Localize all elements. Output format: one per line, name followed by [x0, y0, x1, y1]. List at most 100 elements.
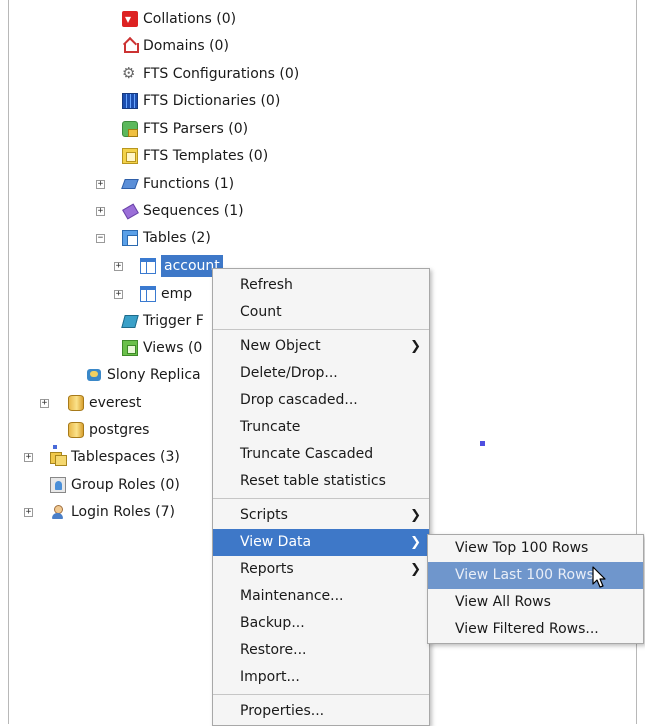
menu-item-reset-table-statistics[interactable]: Reset table statistics [213, 468, 429, 495]
tree-item-fts-parsers[interactable]: FTS Parsers (0) [122, 118, 248, 140]
menu-item-drop-cascaded[interactable]: Drop cascaded... [213, 387, 429, 414]
menu-item-label: Reports [240, 561, 294, 577]
menu-separator [213, 329, 429, 330]
expand-tablespaces-toggle[interactable]: + [24, 453, 33, 462]
menu-item-scripts[interactable]: Scripts ❯ [213, 502, 429, 529]
trigger-function-icon [122, 313, 138, 329]
menu-item-count[interactable]: Count [213, 299, 429, 326]
tree-item-label: Login Roles (7) [71, 504, 175, 520]
table-icon [140, 258, 156, 274]
submenu-arrow-icon: ❯ [410, 535, 421, 550]
expand-everest-toggle[interactable]: + [40, 399, 49, 408]
database-icon [68, 422, 84, 438]
menu-item-reports[interactable]: Reports ❯ [213, 556, 429, 583]
tree-item-functions[interactable]: Functions (1) [122, 173, 234, 195]
canvas-marker [480, 441, 485, 446]
menu-separator [213, 694, 429, 695]
submenu-item-view-all-rows[interactable]: View All Rows [428, 589, 643, 616]
tree-item-postgres[interactable]: postgres [68, 419, 149, 441]
tree-item-views[interactable]: Views (0 [122, 337, 202, 359]
login-roles-icon [50, 504, 66, 520]
tree-item-label: Trigger F [143, 313, 204, 329]
function-icon [122, 176, 138, 192]
expand-login-roles-toggle[interactable]: + [24, 508, 33, 517]
menu-item-import[interactable]: Import... [213, 664, 429, 691]
collation-icon [122, 11, 138, 27]
menu-item-label: View Data [240, 534, 312, 550]
fts-dictionary-icon [122, 93, 138, 109]
tree-item-label: Domains (0) [143, 38, 229, 54]
submenu-item-view-last-100-rows[interactable]: View Last 100 Rows [428, 562, 643, 589]
tree-item-slony-replication[interactable]: Slony Replica [86, 364, 201, 386]
fts-template-icon [122, 148, 138, 164]
tree-item-everest[interactable]: everest [68, 392, 141, 414]
mouse-pointer-icon [592, 566, 606, 588]
tables-icon [122, 230, 138, 246]
tree-item-label: FTS Parsers (0) [143, 121, 249, 137]
tree-item-label: Sequences (1) [143, 203, 244, 219]
context-menu: Refresh Count New Object ❯ Delete/Drop..… [212, 268, 430, 726]
tree-item-label: Slony Replica [107, 367, 201, 383]
menu-item-restore[interactable]: Restore... [213, 637, 429, 664]
collapse-tables-toggle[interactable]: − [96, 234, 105, 243]
menu-item-new-object[interactable]: New Object ❯ [213, 333, 429, 360]
tree-item-label: Tables (2) [143, 230, 211, 246]
view-data-submenu: View Top 100 Rows View Last 100 Rows Vie… [427, 534, 644, 644]
fts-parser-icon [122, 121, 138, 137]
tree-item-group-roles[interactable]: Group Roles (0) [50, 474, 180, 496]
tree-item-fts-dictionaries[interactable]: FTS Dictionaries (0) [122, 90, 280, 112]
sequence-icon [122, 203, 138, 219]
tree-item-tables[interactable]: Tables (2) [122, 227, 211, 249]
tree-item-label: emp [161, 286, 193, 302]
expand-functions-toggle[interactable]: + [96, 180, 105, 189]
tree-item-domains[interactable]: Domains (0) [122, 35, 229, 57]
tree-item-fts-configurations[interactable]: FTS Configurations (0) [122, 63, 299, 85]
tree-item-login-roles[interactable]: Login Roles (7) [50, 501, 175, 523]
group-roles-icon [50, 477, 66, 493]
tree-item-account[interactable]: account [140, 255, 223, 277]
tree-item-collations[interactable]: Collations (0) [122, 8, 236, 30]
slony-icon [86, 367, 102, 383]
submenu-item-view-top-100-rows[interactable]: View Top 100 Rows [428, 535, 643, 562]
panel-border-left [8, 0, 9, 724]
submenu-item-view-filtered-rows[interactable]: View Filtered Rows... [428, 616, 643, 643]
view-icon [122, 340, 138, 356]
menu-item-delete-drop[interactable]: Delete/Drop... [213, 360, 429, 387]
menu-item-label: New Object [240, 338, 321, 354]
submenu-arrow-icon: ❯ [410, 562, 421, 577]
tree-item-label: postgres [89, 422, 150, 438]
database-icon [68, 395, 84, 411]
menu-item-backup[interactable]: Backup... [213, 610, 429, 637]
tree-item-label: Tablespaces (3) [71, 449, 180, 465]
domain-icon [122, 38, 139, 54]
tree-item-label: FTS Templates (0) [143, 148, 269, 164]
menu-item-view-data[interactable]: View Data ❯ [213, 529, 429, 556]
tree-item-tablespaces[interactable]: Tablespaces (3) [50, 445, 180, 468]
tree-item-label: Views (0 [143, 340, 203, 356]
tablespace-icon [50, 445, 67, 466]
expand-sequences-toggle[interactable]: + [96, 207, 105, 216]
menu-separator [213, 498, 429, 499]
expand-account-toggle[interactable]: + [114, 262, 123, 271]
tree-item-emp[interactable]: emp [140, 283, 192, 305]
tree-item-label: Functions (1) [143, 176, 235, 192]
table-icon [140, 286, 156, 302]
menu-item-maintenance[interactable]: Maintenance... [213, 583, 429, 610]
expand-emp-toggle[interactable]: + [114, 290, 123, 299]
fts-configuration-icon [122, 64, 138, 82]
tree-item-label: FTS Configurations (0) [143, 66, 300, 82]
submenu-arrow-icon: ❯ [410, 508, 421, 523]
menu-item-refresh[interactable]: Refresh [213, 272, 429, 299]
tree-item-fts-templates[interactable]: FTS Templates (0) [122, 145, 268, 167]
tree-item-label: FTS Dictionaries (0) [143, 93, 281, 109]
menu-item-properties[interactable]: Properties... [213, 698, 429, 725]
menu-item-label: Scripts [240, 507, 288, 523]
tree-item-trigger-functions[interactable]: Trigger F [122, 310, 204, 332]
tree-item-sequences[interactable]: Sequences (1) [122, 200, 244, 222]
tree-item-label: Collations (0) [143, 11, 237, 27]
submenu-arrow-icon: ❯ [410, 339, 421, 354]
menu-item-truncate-cascaded[interactable]: Truncate Cascaded [213, 441, 429, 468]
tree-item-label: everest [89, 395, 142, 411]
tree-item-label: Group Roles (0) [71, 477, 180, 493]
menu-item-truncate[interactable]: Truncate [213, 414, 429, 441]
